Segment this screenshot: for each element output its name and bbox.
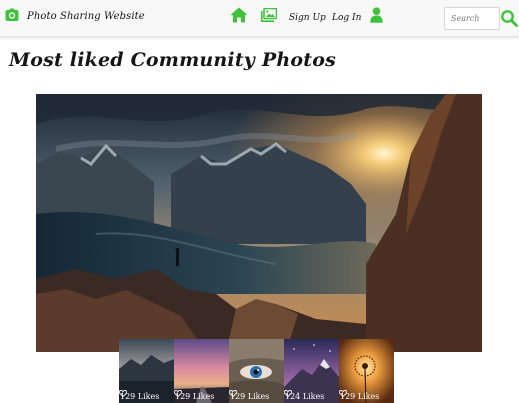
thumbnail-strip: 129 Likes 129 Likes 129 Likes 124 Likes … (119, 339, 394, 403)
likes-count: 129 Likes (229, 390, 284, 402)
page-title: Most liked Community Photos (9, 49, 336, 71)
heart-icon[interactable] (339, 390, 347, 397)
camera-icon[interactable] (5, 8, 19, 22)
gallery-icon[interactable] (261, 8, 277, 22)
login-link[interactable]: Log In (332, 13, 361, 23)
heart-icon[interactable] (174, 390, 182, 397)
likes-count: 124 Likes (284, 390, 339, 402)
search-input[interactable] (444, 7, 500, 30)
heart-icon[interactable] (229, 390, 237, 397)
likes-count: 129 Likes (119, 390, 174, 402)
featured-photo[interactable] (36, 94, 482, 352)
search-icon[interactable] (500, 9, 518, 27)
thumbnail-photo[interactable]: 129 Likes (339, 339, 394, 403)
thumbnail-photo[interactable]: 129 Likes (174, 339, 229, 403)
thumbnail-photo[interactable]: 129 Likes (119, 339, 174, 403)
heart-icon[interactable] (284, 390, 292, 397)
thumbnail-photo[interactable]: 129 Likes (229, 339, 284, 403)
thumbnail-photo[interactable]: 124 Likes (284, 339, 339, 403)
user-icon[interactable] (370, 7, 383, 23)
brand-name[interactable]: Photo Sharing Website (27, 11, 145, 22)
navbar: Photo Sharing Website Sign Up Log In (0, 0, 519, 37)
signup-link[interactable]: Sign Up (289, 13, 326, 23)
likes-count: 129 Likes (339, 390, 394, 402)
heart-icon[interactable] (119, 390, 127, 397)
likes-count: 129 Likes (174, 390, 229, 402)
home-icon[interactable] (230, 7, 248, 23)
